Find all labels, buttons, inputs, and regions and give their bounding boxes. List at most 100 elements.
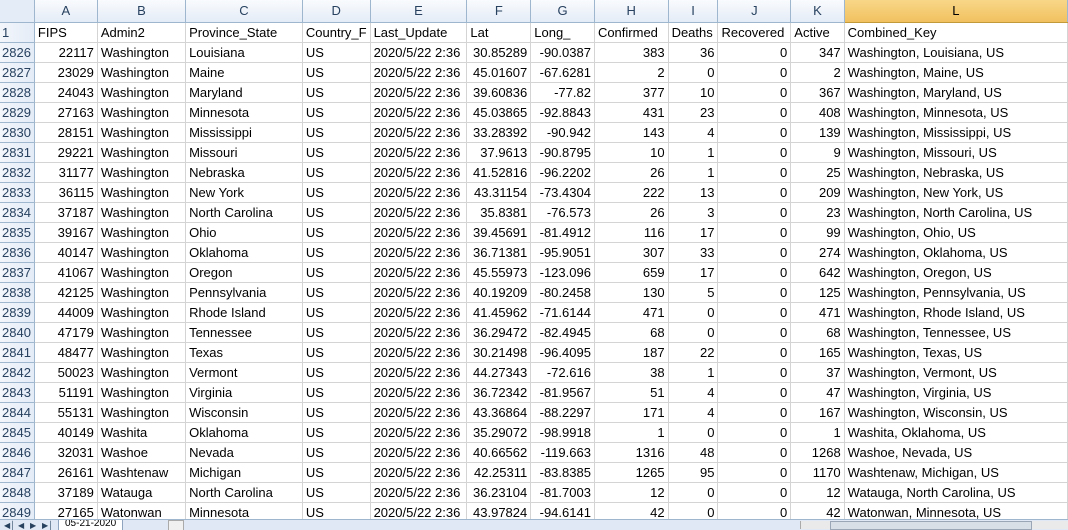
column-letter-header[interactable]: B xyxy=(97,0,187,23)
row-number[interactable]: 2848 xyxy=(0,482,35,503)
table-cell[interactable]: 38 xyxy=(594,362,669,383)
table-cell[interactable]: 167 xyxy=(790,402,845,423)
table-cell[interactable]: 0 xyxy=(717,242,792,263)
table-cell[interactable]: 39.60836 xyxy=(466,82,532,103)
field-header-cell[interactable]: Country_F xyxy=(302,22,371,43)
table-cell[interactable]: Washington, Ohio, US xyxy=(844,222,1068,243)
column-letter-header[interactable]: F xyxy=(466,0,532,23)
table-cell[interactable]: 2020/5/22 2:36 xyxy=(370,402,468,423)
table-cell[interactable]: 1 xyxy=(790,422,845,443)
table-cell[interactable]: Washington, Rhode Island, US xyxy=(844,302,1068,323)
row-number[interactable]: 2846 xyxy=(0,442,35,463)
field-header-cell[interactable]: FIPS xyxy=(34,22,98,43)
table-cell[interactable]: 377 xyxy=(594,82,669,103)
table-cell[interactable]: 30.21498 xyxy=(466,342,532,363)
table-cell[interactable]: 44009 xyxy=(34,302,98,323)
table-cell[interactable]: 29221 xyxy=(34,142,98,163)
table-cell[interactable]: 40.66562 xyxy=(466,442,532,463)
table-cell[interactable]: -77.82 xyxy=(530,82,595,103)
table-cell[interactable]: 39167 xyxy=(34,222,98,243)
column-letter-header[interactable]: L xyxy=(844,0,1068,23)
table-cell[interactable]: 2020/5/22 2:36 xyxy=(370,442,468,463)
table-cell[interactable]: 44.27343 xyxy=(466,362,532,383)
table-cell[interactable]: Watauga, North Carolina, US xyxy=(844,482,1068,503)
table-cell[interactable]: 0 xyxy=(717,102,792,123)
table-cell[interactable]: US xyxy=(302,482,371,503)
table-cell[interactable]: US xyxy=(302,82,371,103)
table-cell[interactable]: -72.616 xyxy=(530,362,595,383)
table-cell[interactable]: 0 xyxy=(717,202,792,223)
table-cell[interactable]: Washington xyxy=(97,142,187,163)
table-cell[interactable]: Washington xyxy=(97,202,187,223)
table-cell[interactable]: 0 xyxy=(717,62,792,83)
table-cell[interactable]: 23029 xyxy=(34,62,98,83)
table-cell[interactable]: 642 xyxy=(790,262,845,283)
table-cell[interactable]: 2020/5/22 2:36 xyxy=(370,222,468,243)
row-number[interactable]: 2839 xyxy=(0,302,35,323)
table-cell[interactable]: 130 xyxy=(594,282,669,303)
table-cell[interactable]: 37187 xyxy=(34,202,98,223)
field-header-cell[interactable]: Admin2 xyxy=(97,22,187,43)
row-number[interactable]: 2834 xyxy=(0,202,35,223)
table-cell[interactable]: 0 xyxy=(717,262,792,283)
table-cell[interactable]: US xyxy=(302,342,371,363)
table-cell[interactable]: 2020/5/22 2:36 xyxy=(370,202,468,223)
table-cell[interactable]: Virginia xyxy=(185,382,303,403)
table-cell[interactable]: -96.2202 xyxy=(530,162,595,183)
table-cell[interactable]: 0 xyxy=(668,302,719,323)
table-cell[interactable]: 383 xyxy=(594,42,669,63)
table-cell[interactable]: 99 xyxy=(790,222,845,243)
table-cell[interactable]: Pennsylvania xyxy=(185,282,303,303)
row-number[interactable]: 2844 xyxy=(0,402,35,423)
table-cell[interactable]: 47179 xyxy=(34,322,98,343)
table-cell[interactable]: 471 xyxy=(790,302,845,323)
table-cell[interactable]: 2 xyxy=(790,62,845,83)
table-cell[interactable]: Washington xyxy=(97,162,187,183)
column-letter-header[interactable]: C xyxy=(185,0,303,23)
table-cell[interactable]: Washington, Oregon, US xyxy=(844,262,1068,283)
field-header-cell[interactable]: Combined_Key xyxy=(844,22,1068,43)
table-cell[interactable]: Wisconsin xyxy=(185,402,303,423)
table-cell[interactable]: 26 xyxy=(594,162,669,183)
table-cell[interactable]: 42125 xyxy=(34,282,98,303)
table-cell[interactable]: 43.36864 xyxy=(466,402,532,423)
table-cell[interactable]: 0 xyxy=(717,482,792,503)
table-cell[interactable]: US xyxy=(302,162,371,183)
column-letter-header[interactable]: J xyxy=(717,0,792,23)
field-header-cell[interactable]: Lat xyxy=(466,22,532,43)
table-cell[interactable]: 209 xyxy=(790,182,845,203)
table-cell[interactable]: US xyxy=(302,422,371,443)
table-cell[interactable]: 2020/5/22 2:36 xyxy=(370,122,468,143)
table-cell[interactable]: Washington, Nebraska, US xyxy=(844,162,1068,183)
row-number[interactable]: 2828 xyxy=(0,82,35,103)
table-cell[interactable]: Washington xyxy=(97,282,187,303)
table-cell[interactable]: 1 xyxy=(668,362,719,383)
table-cell[interactable]: 37189 xyxy=(34,482,98,503)
column-letter-header[interactable]: I xyxy=(668,0,719,23)
row-number[interactable]: 2835 xyxy=(0,222,35,243)
table-cell[interactable]: -71.6144 xyxy=(530,302,595,323)
table-cell[interactable]: -82.4945 xyxy=(530,322,595,343)
table-cell[interactable]: 36 xyxy=(668,42,719,63)
table-cell[interactable]: 30.85289 xyxy=(466,42,532,63)
row-number[interactable]: 2827 xyxy=(0,62,35,83)
table-cell[interactable]: Watauga xyxy=(97,482,187,503)
table-cell[interactable]: 139 xyxy=(790,122,845,143)
table-cell[interactable]: 2020/5/22 2:36 xyxy=(370,282,468,303)
field-header-cell[interactable]: Deaths xyxy=(668,22,719,43)
table-cell[interactable]: 17 xyxy=(668,222,719,243)
table-cell[interactable]: Washington, Missouri, US xyxy=(844,142,1068,163)
table-cell[interactable]: 0 xyxy=(668,482,719,503)
table-cell[interactable]: 0 xyxy=(668,62,719,83)
table-cell[interactable]: Washita xyxy=(97,422,187,443)
table-cell[interactable]: US xyxy=(302,262,371,283)
table-cell[interactable]: 659 xyxy=(594,262,669,283)
table-cell[interactable]: 5 xyxy=(668,282,719,303)
table-cell[interactable]: Washington xyxy=(97,262,187,283)
row-number[interactable]: 2843 xyxy=(0,382,35,403)
table-cell[interactable]: 0 xyxy=(717,42,792,63)
table-cell[interactable]: -67.6281 xyxy=(530,62,595,83)
table-cell[interactable]: 39.45691 xyxy=(466,222,532,243)
table-cell[interactable]: 51 xyxy=(594,382,669,403)
table-cell[interactable]: 40149 xyxy=(34,422,98,443)
